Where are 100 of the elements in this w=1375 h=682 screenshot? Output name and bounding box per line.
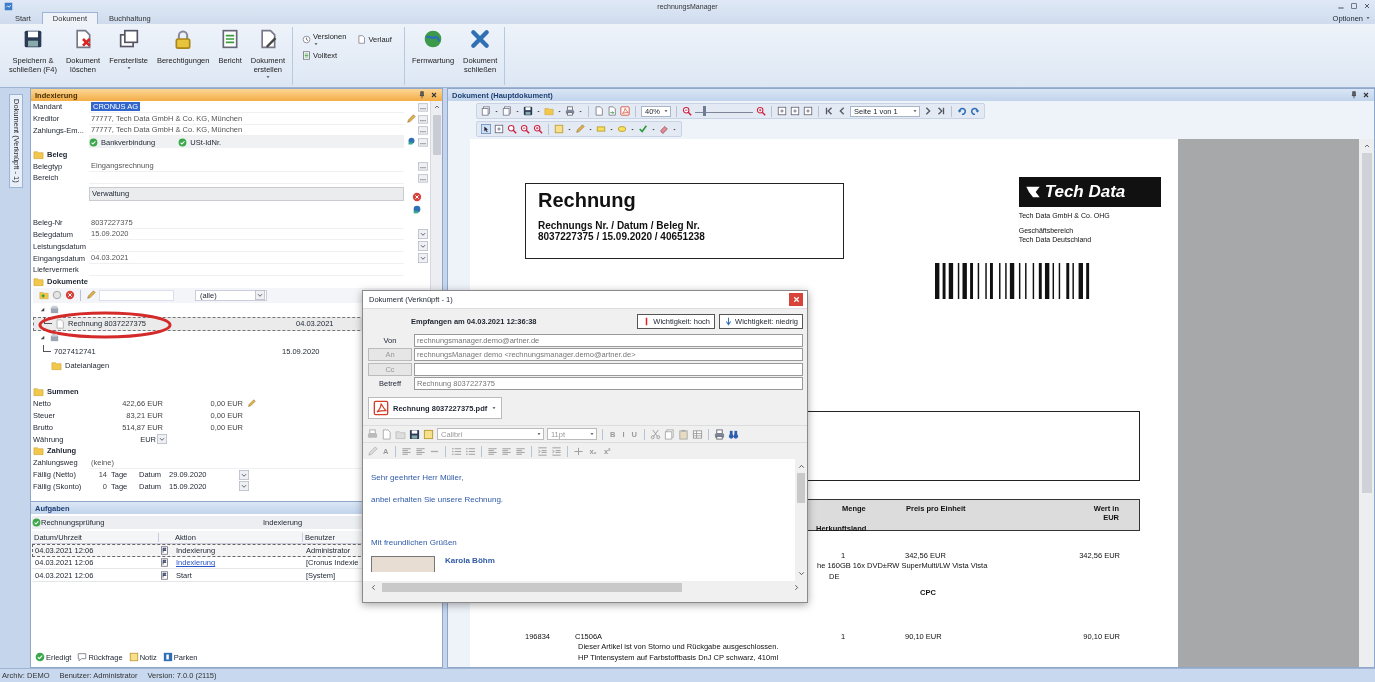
scrollbar[interactable] (363, 581, 807, 594)
caret-icon[interactable] (630, 126, 635, 132)
bullet-list-icon[interactable] (451, 445, 463, 457)
print-icon[interactable] (367, 428, 378, 440)
fit-page-icon[interactable] (777, 106, 787, 116)
ellipsis-icon[interactable] (418, 137, 428, 148)
table-icon[interactable] (691, 428, 703, 440)
pointer-icon[interactable] (481, 124, 491, 134)
align-icon[interactable] (487, 445, 499, 457)
caret-icon[interactable] (557, 108, 562, 114)
delete-icon[interactable] (412, 191, 422, 202)
close-icon[interactable] (1362, 91, 1370, 99)
rectangle-icon[interactable] (596, 124, 606, 134)
folder-plus-icon[interactable] (39, 290, 49, 301)
chevron-down-icon[interactable] (418, 253, 428, 264)
filter-field[interactable] (99, 289, 174, 301)
ellipsis-icon[interactable] (418, 113, 428, 124)
rotate-right-icon[interactable] (970, 106, 980, 116)
maximize-icon[interactable] (1350, 2, 1358, 10)
ellipsis-icon[interactable] (418, 161, 428, 172)
circle-icon[interactable] (52, 290, 62, 301)
page-icon[interactable] (381, 428, 392, 440)
rotate-left-icon[interactable] (957, 106, 967, 116)
pages-icon[interactable] (481, 106, 491, 116)
pencil-icon[interactable] (575, 124, 585, 134)
last-page-icon[interactable] (936, 106, 946, 116)
zoom-out-icon[interactable] (520, 124, 530, 134)
indent-icon[interactable] (537, 445, 549, 457)
print-icon[interactable] (713, 428, 725, 440)
pages-icon[interactable] (502, 106, 512, 116)
zoom-icon[interactable] (507, 124, 517, 134)
zoom-out-icon[interactable] (682, 106, 692, 116)
bullet-list-icon[interactable] (465, 445, 477, 457)
contact-icon[interactable] (412, 204, 422, 215)
close-button[interactable] (789, 293, 803, 306)
ellipsis-icon[interactable] (418, 172, 428, 183)
pdf-icon[interactable] (620, 106, 630, 116)
indent-icon[interactable] (551, 445, 563, 457)
caret-icon[interactable] (536, 108, 541, 114)
close-icon[interactable] (1363, 2, 1371, 10)
scroll-thumb[interactable] (1361, 153, 1372, 493)
page-icon[interactable] (594, 106, 604, 116)
page-arrow-icon[interactable] (607, 106, 617, 116)
triangle-icon[interactable] (39, 334, 46, 342)
triangle-icon[interactable] (39, 306, 46, 314)
print-icon[interactable] (565, 106, 575, 116)
cross-line-icon[interactable] (573, 445, 585, 457)
fit-page-icon[interactable] (790, 106, 800, 116)
chevron-down-icon[interactable] (239, 469, 249, 480)
zoom-slider[interactable] (695, 105, 753, 113)
first-page-icon[interactable] (824, 106, 834, 116)
delete-icon[interactable] (65, 290, 75, 301)
chevron-down-icon[interactable] (157, 434, 167, 445)
chevron-down-icon[interactable] (418, 241, 428, 252)
chevron-down-icon[interactable] (239, 481, 249, 492)
check-icon[interactable] (89, 137, 98, 147)
caret-icon[interactable] (494, 108, 499, 114)
ellipsis-icon[interactable] (418, 125, 428, 136)
pin-icon[interactable] (1350, 91, 1358, 99)
align-icon[interactable] (515, 445, 527, 457)
caret-icon[interactable] (578, 108, 583, 114)
clipboard-icon[interactable] (677, 428, 689, 440)
close-icon[interactable] (430, 91, 438, 99)
next-icon[interactable] (923, 106, 933, 116)
fit-page-icon[interactable] (803, 106, 813, 116)
ellipse-icon[interactable] (617, 124, 627, 134)
check-icon[interactable] (178, 137, 188, 147)
scroll-thumb[interactable] (382, 583, 682, 592)
align-icon[interactable] (415, 445, 427, 457)
eraser-icon[interactable] (659, 124, 669, 134)
chevron-down-icon[interactable] (418, 229, 428, 240)
align-icon[interactable] (401, 445, 413, 457)
slider-thumb[interactable] (702, 106, 706, 116)
caret-icon[interactable] (651, 126, 656, 132)
tick-icon[interactable] (638, 124, 648, 134)
caret-icon[interactable] (515, 108, 520, 114)
zoom-in-icon[interactable] (756, 106, 766, 116)
pin-icon[interactable] (418, 91, 426, 99)
fit-page-icon[interactable] (494, 124, 504, 134)
scrollbar[interactable] (1359, 139, 1374, 667)
pencil-icon[interactable] (406, 113, 416, 124)
folder-icon[interactable] (544, 106, 554, 116)
align-icon[interactable] (501, 445, 513, 457)
copy-icon[interactable] (663, 428, 675, 440)
pencil-icon[interactable] (247, 399, 256, 409)
scroll-thumb[interactable] (797, 473, 805, 503)
folder-icon (33, 148, 44, 160)
scissors-icon[interactable] (649, 428, 661, 440)
caret-icon[interactable] (588, 126, 593, 132)
caret-icon[interactable] (567, 126, 572, 132)
pencil-icon[interactable] (367, 445, 378, 457)
pencil-icon[interactable] (86, 290, 96, 301)
zoom-in-icon[interactable] (533, 124, 543, 134)
caret-icon[interactable] (609, 126, 614, 132)
binoculars-icon[interactable] (727, 428, 739, 440)
text-field[interactable] (414, 362, 803, 376)
scroll-thumb[interactable] (432, 115, 441, 155)
note-icon[interactable] (554, 124, 564, 134)
previous-icon[interactable] (837, 106, 847, 116)
caret-icon[interactable] (672, 126, 677, 132)
